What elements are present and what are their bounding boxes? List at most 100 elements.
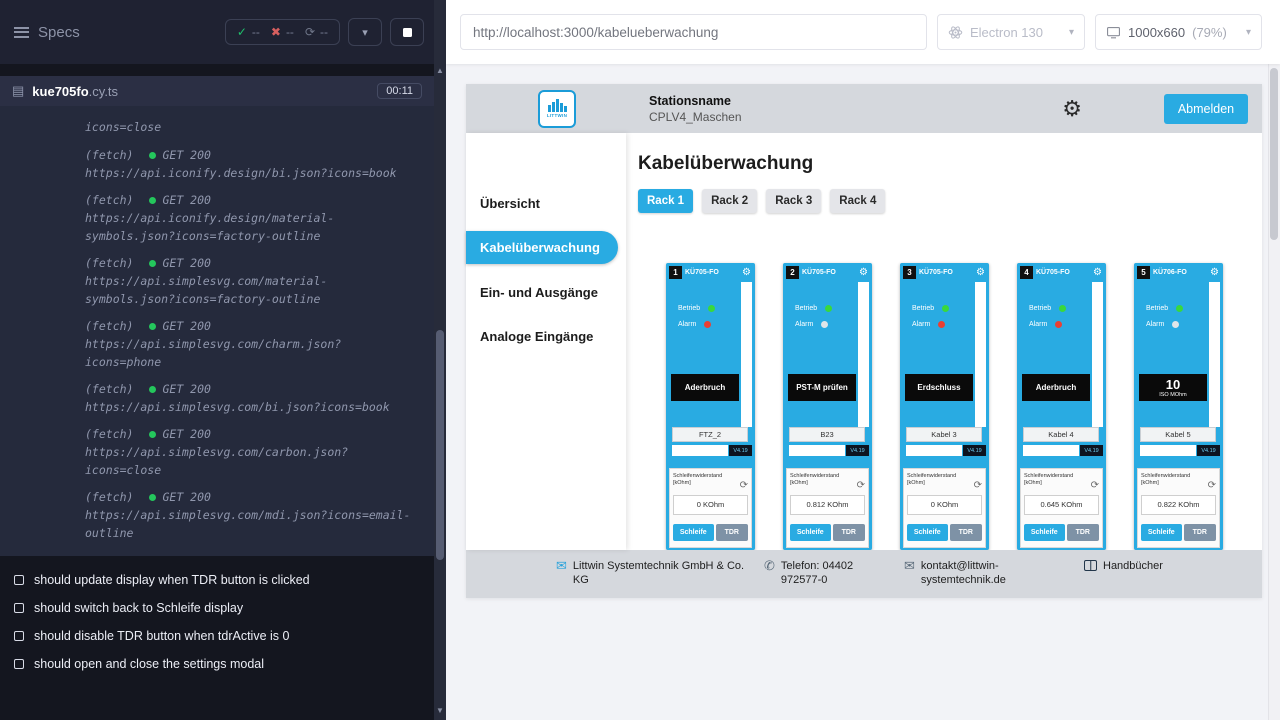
- device-gear-icon[interactable]: ⚙: [1210, 268, 1219, 278]
- schleife-button[interactable]: Schleife: [1024, 524, 1065, 541]
- spare-field: [672, 445, 728, 456]
- device-scrollbar[interactable]: [1209, 282, 1220, 427]
- test-box-icon: [14, 575, 24, 585]
- schleife-button[interactable]: Schleife: [790, 524, 831, 541]
- device-model-label: KÜ706-FO: [1153, 269, 1187, 276]
- test-box-icon: [14, 603, 24, 613]
- schleife-button[interactable]: Schleife: [1141, 524, 1182, 541]
- main-content: Kabelüberwachung Rack 1 Rack 2 Rack 3 Ra…: [626, 133, 1262, 550]
- device-scrollbar[interactable]: [1092, 282, 1103, 427]
- device-number-badge: 3: [903, 266, 916, 279]
- betrieb-led: [825, 305, 832, 312]
- tdr-button[interactable]: TDR: [833, 524, 865, 541]
- test-item[interactable]: should open and close the settings modal: [14, 650, 420, 678]
- measurement-panel: Schleifenwiderstand [kOhm] ⟳ 0.645 KOhm …: [1020, 468, 1103, 548]
- success-dot-icon: [149, 197, 156, 204]
- betrieb-led: [942, 305, 949, 312]
- measurement-panel: Schleifenwiderstand [kOhm] ⟳ 0 KOhm Schl…: [903, 468, 986, 548]
- log-entry[interactable]: (fetch)GET 200 https://api.simplesvg.com…: [85, 317, 414, 371]
- stop-tests-button[interactable]: [390, 18, 424, 46]
- email-icon: ✉: [556, 559, 567, 573]
- log-entry[interactable]: (fetch)GET 200 https://api.simplesvg.com…: [85, 380, 414, 416]
- success-dot-icon: [149, 152, 156, 159]
- spec-header: ▤ kue705fo.cy.ts 00:11: [0, 76, 434, 106]
- log-url: https://api.simplesvg.com/mdi.json?icons…: [85, 506, 414, 542]
- log-url: https://api.iconify.design/material-symb…: [85, 209, 414, 245]
- log-line-continuation: icons=close: [85, 118, 414, 136]
- chevron-down-icon: ▾: [1246, 27, 1251, 38]
- settings-gear-icon[interactable]: ⚙: [1062, 98, 1082, 120]
- device-scrollbar[interactable]: [975, 282, 986, 427]
- schleife-button[interactable]: Schleife: [673, 524, 714, 541]
- sidebar: Übersicht Kabelüberwachung Ein- und Ausg…: [466, 133, 626, 550]
- browser-pane: Electron 130 ▾ 1000x660 (79%) ▾ LITTWIN …: [446, 0, 1280, 720]
- footer-phone[interactable]: ✆Telefon: 04402 972577-0: [764, 559, 904, 588]
- scroll-down-arrow[interactable]: ▼: [434, 704, 446, 718]
- log-entry[interactable]: (fetch)GET 200 https://api.iconify.desig…: [85, 191, 414, 245]
- footer-manuals[interactable]: Handbücher: [1084, 559, 1163, 573]
- schleife-button[interactable]: Schleife: [907, 524, 948, 541]
- log-entry[interactable]: (fetch)GET 200 https://api.iconify.desig…: [85, 146, 414, 182]
- viewport-select[interactable]: 1000x660 (79%) ▾: [1095, 14, 1262, 50]
- cable-name-field: Kabel 3: [906, 427, 982, 442]
- log-entry[interactable]: (fetch)GET 200 https://api.simplesvg.com…: [85, 425, 414, 479]
- test-box-icon: [14, 659, 24, 669]
- specs-menu-button[interactable]: Specs: [14, 24, 80, 41]
- cross-icon: ✖: [271, 25, 281, 39]
- tab-rack-2[interactable]: Rack 2: [702, 189, 757, 213]
- test-item[interactable]: should disable TDR button when tdrActive…: [14, 622, 420, 650]
- scroll-up-arrow[interactable]: ▲: [434, 64, 446, 78]
- window-scrollbar[interactable]: [1268, 64, 1280, 720]
- device-number-badge: 2: [786, 266, 799, 279]
- spec-file-name[interactable]: kue705fo.cy.ts: [32, 84, 118, 99]
- measurement-value: 0.822 KOhm: [1141, 495, 1216, 515]
- tab-rack-4[interactable]: Rack 4: [830, 189, 885, 213]
- scrollbar-thumb[interactable]: [436, 330, 444, 560]
- sidebar-item-uebersicht[interactable]: Übersicht: [466, 181, 626, 225]
- url-input[interactable]: [460, 14, 927, 50]
- device-gear-icon[interactable]: ⚙: [742, 268, 751, 278]
- runner-scrollbar[interactable]: ▲ ▼: [434, 0, 446, 720]
- sidebar-item-ein-und-ausgaenge[interactable]: Ein- und Ausgänge: [466, 270, 626, 314]
- device-gear-icon[interactable]: ⚙: [1093, 268, 1102, 278]
- firmware-version: V4.19: [846, 445, 869, 456]
- betrieb-led: [1059, 305, 1066, 312]
- collapse-button[interactable]: ▾: [348, 18, 382, 46]
- betrieb-led: [1176, 305, 1183, 312]
- tdr-button[interactable]: TDR: [716, 524, 748, 541]
- littwin-skyline-icon: [547, 99, 567, 112]
- sidebar-item-analoge-eingaenge[interactable]: Analoge Eingänge: [466, 314, 626, 358]
- device-card-2: 2KÜ705-FO⚙ Betrieb Alarm PST-M prüfen B2…: [783, 263, 872, 550]
- sidebar-item-kabelueberwachung[interactable]: Kabelüberwachung: [466, 231, 618, 264]
- log-entry[interactable]: (fetch)GET 200 https://api.simplesvg.com…: [85, 488, 414, 542]
- refresh-icon[interactable]: ⟳: [1208, 481, 1216, 491]
- logout-button[interactable]: Abmelden: [1164, 94, 1248, 124]
- refresh-icon[interactable]: ⟳: [974, 481, 982, 491]
- device-gear-icon[interactable]: ⚙: [976, 268, 985, 278]
- browser-engine-select[interactable]: Electron 130 ▾: [937, 14, 1085, 50]
- refresh-icon[interactable]: ⟳: [857, 481, 865, 491]
- device-gear-icon[interactable]: ⚙: [859, 268, 868, 278]
- refresh-icon[interactable]: ⟳: [1091, 481, 1099, 491]
- measurement-value: 0 KOhm: [673, 495, 748, 515]
- tdr-button[interactable]: TDR: [1184, 524, 1216, 541]
- footer-email[interactable]: ✉kontakt@littwin-systemtechnik.de: [904, 559, 1084, 588]
- tab-rack-3[interactable]: Rack 3: [766, 189, 821, 213]
- log-entry[interactable]: (fetch)GET 200 https://api.simplesvg.com…: [85, 254, 414, 308]
- check-icon: ✓: [237, 25, 247, 39]
- tdr-button[interactable]: TDR: [950, 524, 982, 541]
- cable-name-field: FTZ_2: [672, 427, 748, 442]
- test-item[interactable]: should switch back to Schleife display: [14, 594, 420, 622]
- tdr-button[interactable]: TDR: [1067, 524, 1099, 541]
- betrieb-led: [708, 305, 715, 312]
- test-item[interactable]: should update display when TDR button is…: [14, 566, 420, 594]
- log-url: https://api.simplesvg.com/material-symbo…: [85, 272, 414, 308]
- scrollbar-thumb[interactable]: [1270, 68, 1278, 240]
- tab-rack-1[interactable]: Rack 1: [638, 189, 693, 213]
- log-url: https://api.simplesvg.com/charm.json?ico…: [85, 335, 414, 371]
- test-box-icon: [14, 631, 24, 641]
- device-scrollbar[interactable]: [858, 282, 869, 427]
- device-scrollbar[interactable]: [741, 282, 752, 427]
- refresh-icon[interactable]: ⟳: [740, 481, 748, 491]
- cypress-runner-panel: Specs ✓-- ✖-- ⟳-- ▾ ▤ kue705fo.cy.ts 00:…: [0, 0, 434, 720]
